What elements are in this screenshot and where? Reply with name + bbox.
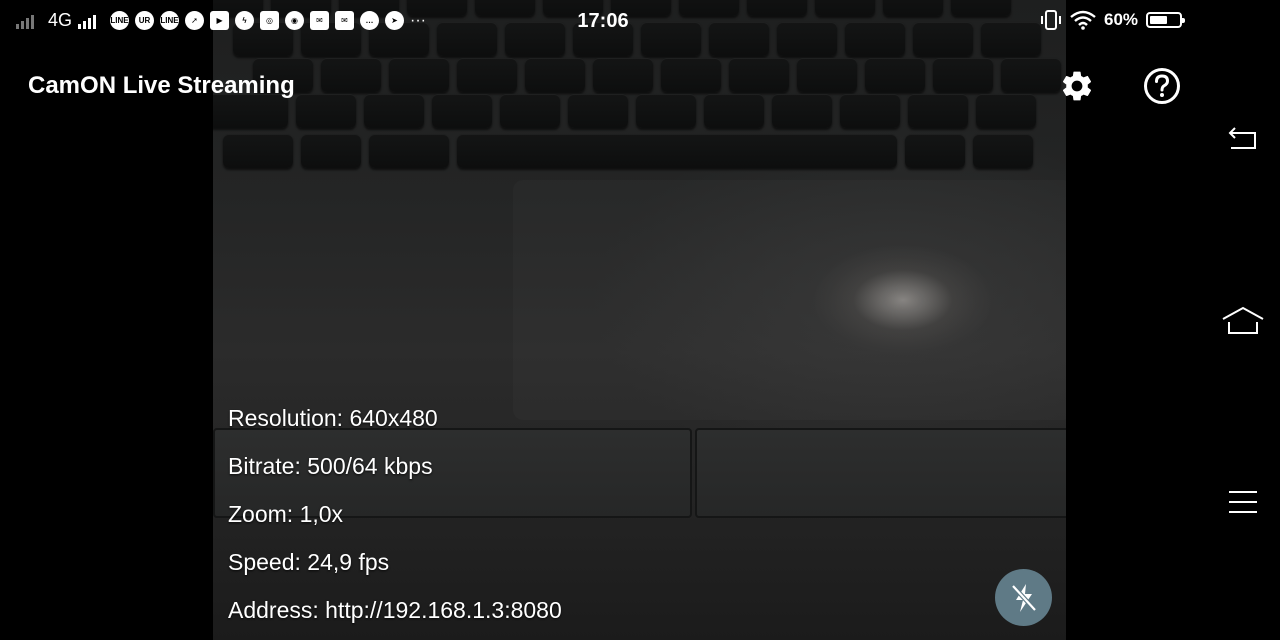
home-icon <box>1222 306 1264 334</box>
messenger-icon: ϟ <box>235 11 255 30</box>
touchpad-right-button <box>695 428 1066 518</box>
email-icon: ✉ <box>335 11 355 30</box>
bitrate-label: Bitrate: 500/64 kbps <box>228 453 433 479</box>
keyboard-row <box>253 58 1066 92</box>
network-type: 4G <box>48 10 73 30</box>
help-icon <box>1144 68 1180 104</box>
address-label: Address: http://192.168.1.3:8080 <box>228 597 562 623</box>
home-button[interactable] <box>1218 300 1268 340</box>
wifi-icon <box>1070 10 1096 30</box>
screen: 4G LINE UR LINE ➚ ▶ ϟ ◎ ◉ ✉ ✉ … ➤ ··· 17… <box>0 0 1280 640</box>
youtube-icon: ▶ <box>210 11 230 30</box>
line-ur-icon: UR <box>135 11 155 30</box>
back-button[interactable] <box>1218 118 1268 158</box>
status-bar: 4G LINE UR LINE ➚ ▶ ϟ ◎ ◉ ✉ ✉ … ➤ ··· 17… <box>0 0 1280 44</box>
menu-icon <box>1229 491 1257 513</box>
back-icon <box>1228 127 1256 149</box>
line-icon: LINE <box>160 11 180 30</box>
telegram-icon: ➤ <box>385 11 405 30</box>
vibrate-icon <box>1041 10 1061 30</box>
instagram-icon: ◎ <box>260 11 280 30</box>
signal-sim1-icon <box>16 13 34 29</box>
notification-icons: LINE UR LINE ➚ ▶ ϟ ◎ ◉ ✉ ✉ … ➤ <box>110 11 405 30</box>
menu-button[interactable] <box>1218 482 1268 522</box>
line-icon: LINE <box>110 11 130 30</box>
battery-icon <box>1146 12 1186 28</box>
mail-icon: ✉ <box>310 11 330 30</box>
clock: 17:06 <box>577 10 629 32</box>
more-notifications: ··· <box>410 11 426 29</box>
speed-label: Speed: 24,9 fps <box>228 549 390 575</box>
signal-sim2-icon <box>78 13 97 29</box>
stream-info: Resolution: 640x480 Bitrate: 500/64 kbps… <box>228 402 562 640</box>
settings-button[interactable] <box>1057 66 1097 106</box>
chat-icon: … <box>360 11 380 30</box>
status-left: 4G LINE UR LINE ➚ ▶ ϟ ◎ ◉ ✉ ✉ … ➤ ··· <box>16 10 426 31</box>
compass-icon: ➚ <box>185 11 205 30</box>
chrome-icon: ◉ <box>285 11 305 30</box>
resolution-label: Resolution: 640x480 <box>228 405 438 431</box>
zoom-label: Zoom: 1,0x <box>228 501 344 527</box>
battery-percent: 60% <box>1104 10 1139 29</box>
battery-level <box>1150 16 1167 24</box>
flash-off-icon <box>1010 583 1037 612</box>
app-title: CamON Live Streaming <box>28 72 295 99</box>
status-right: 60% <box>1040 10 1186 30</box>
flash-toggle-button[interactable] <box>995 569 1052 626</box>
gear-icon <box>1062 71 1092 101</box>
help-button[interactable] <box>1142 66 1182 106</box>
touchpad <box>513 180 1066 420</box>
keyboard-row <box>213 94 1061 128</box>
keyboard-row <box>223 134 1066 168</box>
